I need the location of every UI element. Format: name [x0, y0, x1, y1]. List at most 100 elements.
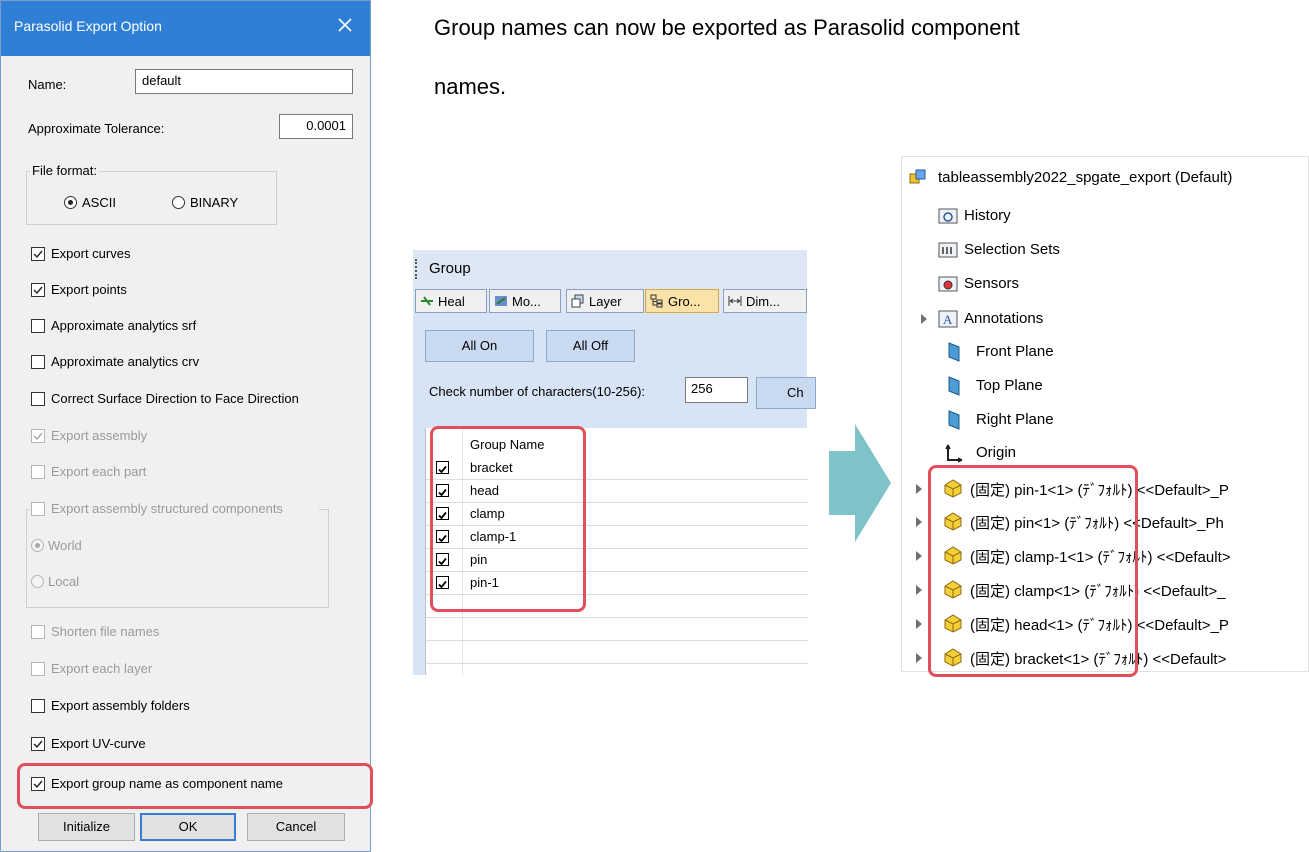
- structured-components-group: [26, 509, 329, 608]
- tree-item-annotations[interactable]: A Annotations: [938, 304, 1298, 334]
- tab-heal[interactable]: Heal: [415, 289, 487, 313]
- tab-modify-label: Mo...: [512, 294, 541, 309]
- export-assembly-checkbox[interactable]: Export assembly: [31, 428, 331, 446]
- tab-layer-label: Layer: [589, 294, 622, 309]
- local-label: Local: [48, 574, 80, 589]
- tolerance-label: Approximate Tolerance:: [28, 121, 165, 136]
- world-radio[interactable]: World: [31, 538, 131, 556]
- selection-sets-label: Selection Sets: [964, 241, 1060, 258]
- tree-root-assembly[interactable]: tableassembly2022_spgate_export (Default…: [906, 163, 1306, 193]
- tree-item-selection-sets[interactable]: Selection Sets: [938, 235, 1298, 265]
- initialize-button[interactable]: Initialize: [38, 813, 135, 841]
- parasolid-export-dialog: Parasolid Export Option Name: default Ap…: [0, 0, 373, 852]
- checkbox-unchecked-disabled-icon: [31, 465, 45, 479]
- dialog-title-bar: Parasolid Export Option: [1, 1, 370, 56]
- sensors-icon: [938, 276, 958, 292]
- check-button[interactable]: Ch: [756, 377, 816, 409]
- export-each-part-label: Export each part: [51, 464, 147, 479]
- name-input[interactable]: default: [135, 69, 353, 94]
- right-arrow-icon: [829, 424, 891, 542]
- format-binary-radio[interactable]: BINARY: [172, 195, 262, 213]
- tab-group-label: Gro...: [668, 294, 701, 309]
- local-radio[interactable]: Local: [31, 574, 131, 592]
- export-uv-curve-checkbox[interactable]: Export UV-curve: [31, 736, 331, 754]
- checkbox-unchecked-disabled-icon: [31, 625, 45, 639]
- tab-dimension-label: Dim...: [746, 294, 780, 309]
- radio-selected-icon: [64, 196, 77, 209]
- export-curves-checkbox[interactable]: Export curves: [31, 246, 331, 264]
- world-label: World: [48, 538, 82, 553]
- approx-analytics-crv-label: Approximate analytics crv: [51, 354, 200, 369]
- grip-icon: [415, 259, 419, 279]
- export-structured-components-checkbox[interactable]: Export assembly structured components: [29, 501, 319, 519]
- checkbox-checked-icon: [31, 283, 45, 297]
- checkbox-unchecked-icon: [31, 392, 45, 406]
- plane-icon: [948, 410, 960, 430]
- correct-surface-direction-checkbox[interactable]: Correct Surface Direction to Face Direct…: [31, 391, 361, 409]
- expand-arrow-icon[interactable]: [916, 551, 922, 561]
- tree-item-front-plane[interactable]: Front Plane: [944, 337, 1294, 367]
- front-plane-label: Front Plane: [976, 343, 1054, 360]
- all-off-button[interactable]: All Off: [546, 330, 635, 362]
- ok-button[interactable]: OK: [140, 813, 236, 841]
- shorten-file-names-checkbox[interactable]: Shorten file names: [31, 624, 331, 642]
- tab-layer[interactable]: Layer: [566, 289, 644, 313]
- tab-group[interactable]: Gro...: [645, 289, 719, 313]
- top-plane-label: Top Plane: [976, 377, 1043, 394]
- expand-arrow-icon[interactable]: [921, 314, 927, 324]
- tree-item-sensors[interactable]: Sensors: [938, 269, 1298, 299]
- expand-arrow-icon[interactable]: [916, 619, 922, 629]
- close-icon[interactable]: [331, 11, 359, 39]
- export-points-label: Export points: [51, 282, 127, 297]
- all-on-button[interactable]: All On: [425, 330, 534, 362]
- caption-line-1: Group names can now be exported as Paras…: [434, 15, 1020, 40]
- tab-dimension[interactable]: Dim...: [723, 289, 807, 313]
- tolerance-input[interactable]: 0.0001: [279, 114, 353, 139]
- tab-modify[interactable]: Mo...: [489, 289, 561, 313]
- layer-icon: [571, 294, 584, 308]
- expand-arrow-icon[interactable]: [916, 653, 922, 663]
- name-label: Name:: [28, 77, 67, 92]
- export-each-part-checkbox[interactable]: Export each part: [31, 464, 331, 482]
- checkbox-unchecked-icon: [31, 355, 45, 369]
- export-each-layer-checkbox[interactable]: Export each layer: [31, 661, 331, 679]
- check-characters-input[interactable]: 256: [685, 377, 748, 403]
- tree-item-top-plane[interactable]: Top Plane: [944, 371, 1294, 401]
- tree-item-origin[interactable]: Origin: [944, 438, 1294, 468]
- checkbox-unchecked-disabled-icon: [31, 662, 45, 676]
- tolerance-input-value: 0.0001: [306, 118, 346, 133]
- empty-row: [426, 617, 808, 641]
- checkbox-unchecked-disabled-icon: [31, 502, 45, 516]
- format-ascii-radio[interactable]: ASCII: [64, 195, 144, 213]
- expand-arrow-icon[interactable]: [916, 585, 922, 595]
- highlight-components: [928, 465, 1138, 677]
- dimension-icon: [728, 296, 742, 306]
- expand-arrow-icon[interactable]: [916, 484, 922, 494]
- check-characters-value: 256: [691, 381, 713, 396]
- modify-icon: [495, 296, 507, 306]
- plane-icon: [948, 342, 960, 362]
- assembly-icon: [909, 169, 926, 184]
- approx-analytics-srf-checkbox[interactable]: Approximate analytics srf: [31, 318, 331, 336]
- heal-icon: [421, 296, 433, 306]
- export-curves-label: Export curves: [51, 246, 131, 261]
- tree-item-history[interactable]: History: [938, 201, 1298, 231]
- origin-icon: [945, 444, 963, 463]
- export-each-layer-label: Export each layer: [51, 661, 153, 676]
- plane-icon: [948, 376, 960, 396]
- tree-item-right-plane[interactable]: Right Plane: [944, 405, 1294, 435]
- cancel-button[interactable]: Cancel: [247, 813, 345, 841]
- expand-arrow-icon[interactable]: [916, 517, 922, 527]
- annotations-label: Annotations: [964, 310, 1044, 327]
- selection-sets-icon: [938, 242, 958, 258]
- group-panel-title: Group: [429, 260, 471, 277]
- origin-label: Origin: [976, 444, 1017, 461]
- approx-analytics-crv-checkbox[interactable]: Approximate analytics crv: [31, 354, 331, 372]
- annotations-icon: A: [938, 310, 958, 328]
- highlight-group-name-option: [17, 763, 373, 809]
- tab-heal-label: Heal: [438, 294, 465, 309]
- right-plane-label: Right Plane: [976, 411, 1054, 428]
- group-panel-header: Group: [413, 250, 807, 290]
- export-points-checkbox[interactable]: Export points: [31, 282, 331, 300]
- export-assembly-folders-checkbox[interactable]: Export assembly folders: [31, 698, 331, 716]
